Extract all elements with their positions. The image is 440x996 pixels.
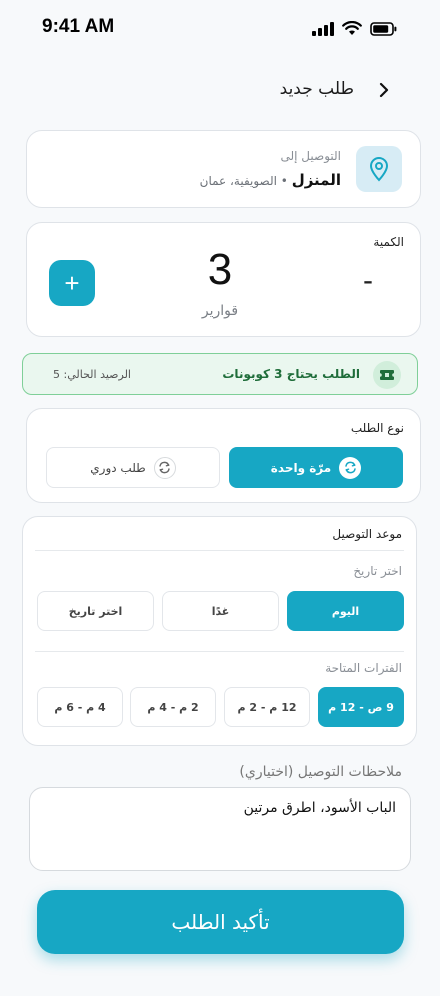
battery-icon [370,22,397,36]
chevron-right-icon [379,82,389,98]
order-type-label: نوع الطلب [350,421,404,435]
quantity-unit: قوارير [201,303,239,319]
order-type-recurring-label: طلب دوري [90,460,146,475]
quantity-card: الكمية - 3 قوارير + [26,222,421,337]
wifi-icon [342,21,362,35]
page-title: طلب جديد [279,79,354,99]
slot-2-4-button[interactable]: 2 م - 4 م [130,687,216,727]
page-header: طلب جديد [0,70,440,110]
confirm-order-button[interactable]: تأكيد الطلب [37,890,404,954]
slot-12-2-button[interactable]: 12 م - 2 م [224,687,310,727]
choose-date-label: اختر تاريخ [353,564,402,578]
decrease-quantity-button[interactable]: - [357,261,379,301]
slot-4-6-button[interactable]: 4 م - 6 م [37,687,123,727]
divider [35,550,404,551]
coupon-requirement: الطلب يحتاج 3 كوبونات [222,367,360,381]
location-address: الصويفية، عمان [199,174,277,188]
quantity-label: الكمية [373,235,404,249]
back-button[interactable] [372,78,396,102]
status-bar: 9:41 AM [0,0,440,56]
ticket-icon [373,361,401,389]
quantity-value: 3 [207,245,233,294]
delivery-to-label: التوصيل إلى [280,149,341,163]
repeat-icon [153,456,176,479]
location-line: المنزل • الصويفية، عمان [200,170,341,189]
delivery-notes-input[interactable]: الباب الأسود، اطرق مرتين [29,787,411,871]
coupon-banner: الطلب يحتاج 3 كوبونات الرصيد الحالي: 5 [22,353,418,395]
slot-9-12-button[interactable]: 9 ص - 12 م [318,687,404,727]
location-pin-icon [369,157,389,182]
status-time: 9:41 AM [42,16,115,37]
order-type-once-label: مرّة واحدة [270,460,332,475]
delivery-time-label: موعد التوصيل [332,527,402,541]
coupon-balance: الرصيد الحالي: 5 [53,368,131,381]
divider [35,651,404,652]
location-separator: • [276,174,292,188]
delivery-notes-label: ملاحظات التوصيل (اختياري) [239,764,402,780]
signal-icon [312,22,334,36]
location-name: المنزل [291,171,341,189]
available-slots-label: الفترات المتاحة [325,661,402,675]
date-pick-button[interactable]: اختر تاريخ [37,591,154,631]
order-type-once-button[interactable]: مرّة واحدة [229,447,403,488]
date-tomorrow-button[interactable]: غدًا [162,591,279,631]
increase-quantity-button[interactable]: + [49,260,95,306]
date-today-button[interactable]: اليوم [287,591,404,631]
order-type-card: نوع الطلب مرّة واحدة طلب دوري [26,408,421,503]
delivery-location-card[interactable]: التوصيل إلى المنزل • الصويفية، عمان [26,130,421,208]
delivery-time-card: موعد التوصيل اختر تاريخ اليوم غدًا اختر … [22,516,417,746]
status-icons [312,21,398,36]
repeat-icon [339,456,362,479]
location-icon-badge [356,146,402,192]
order-type-recurring-button[interactable]: طلب دوري [46,447,220,488]
